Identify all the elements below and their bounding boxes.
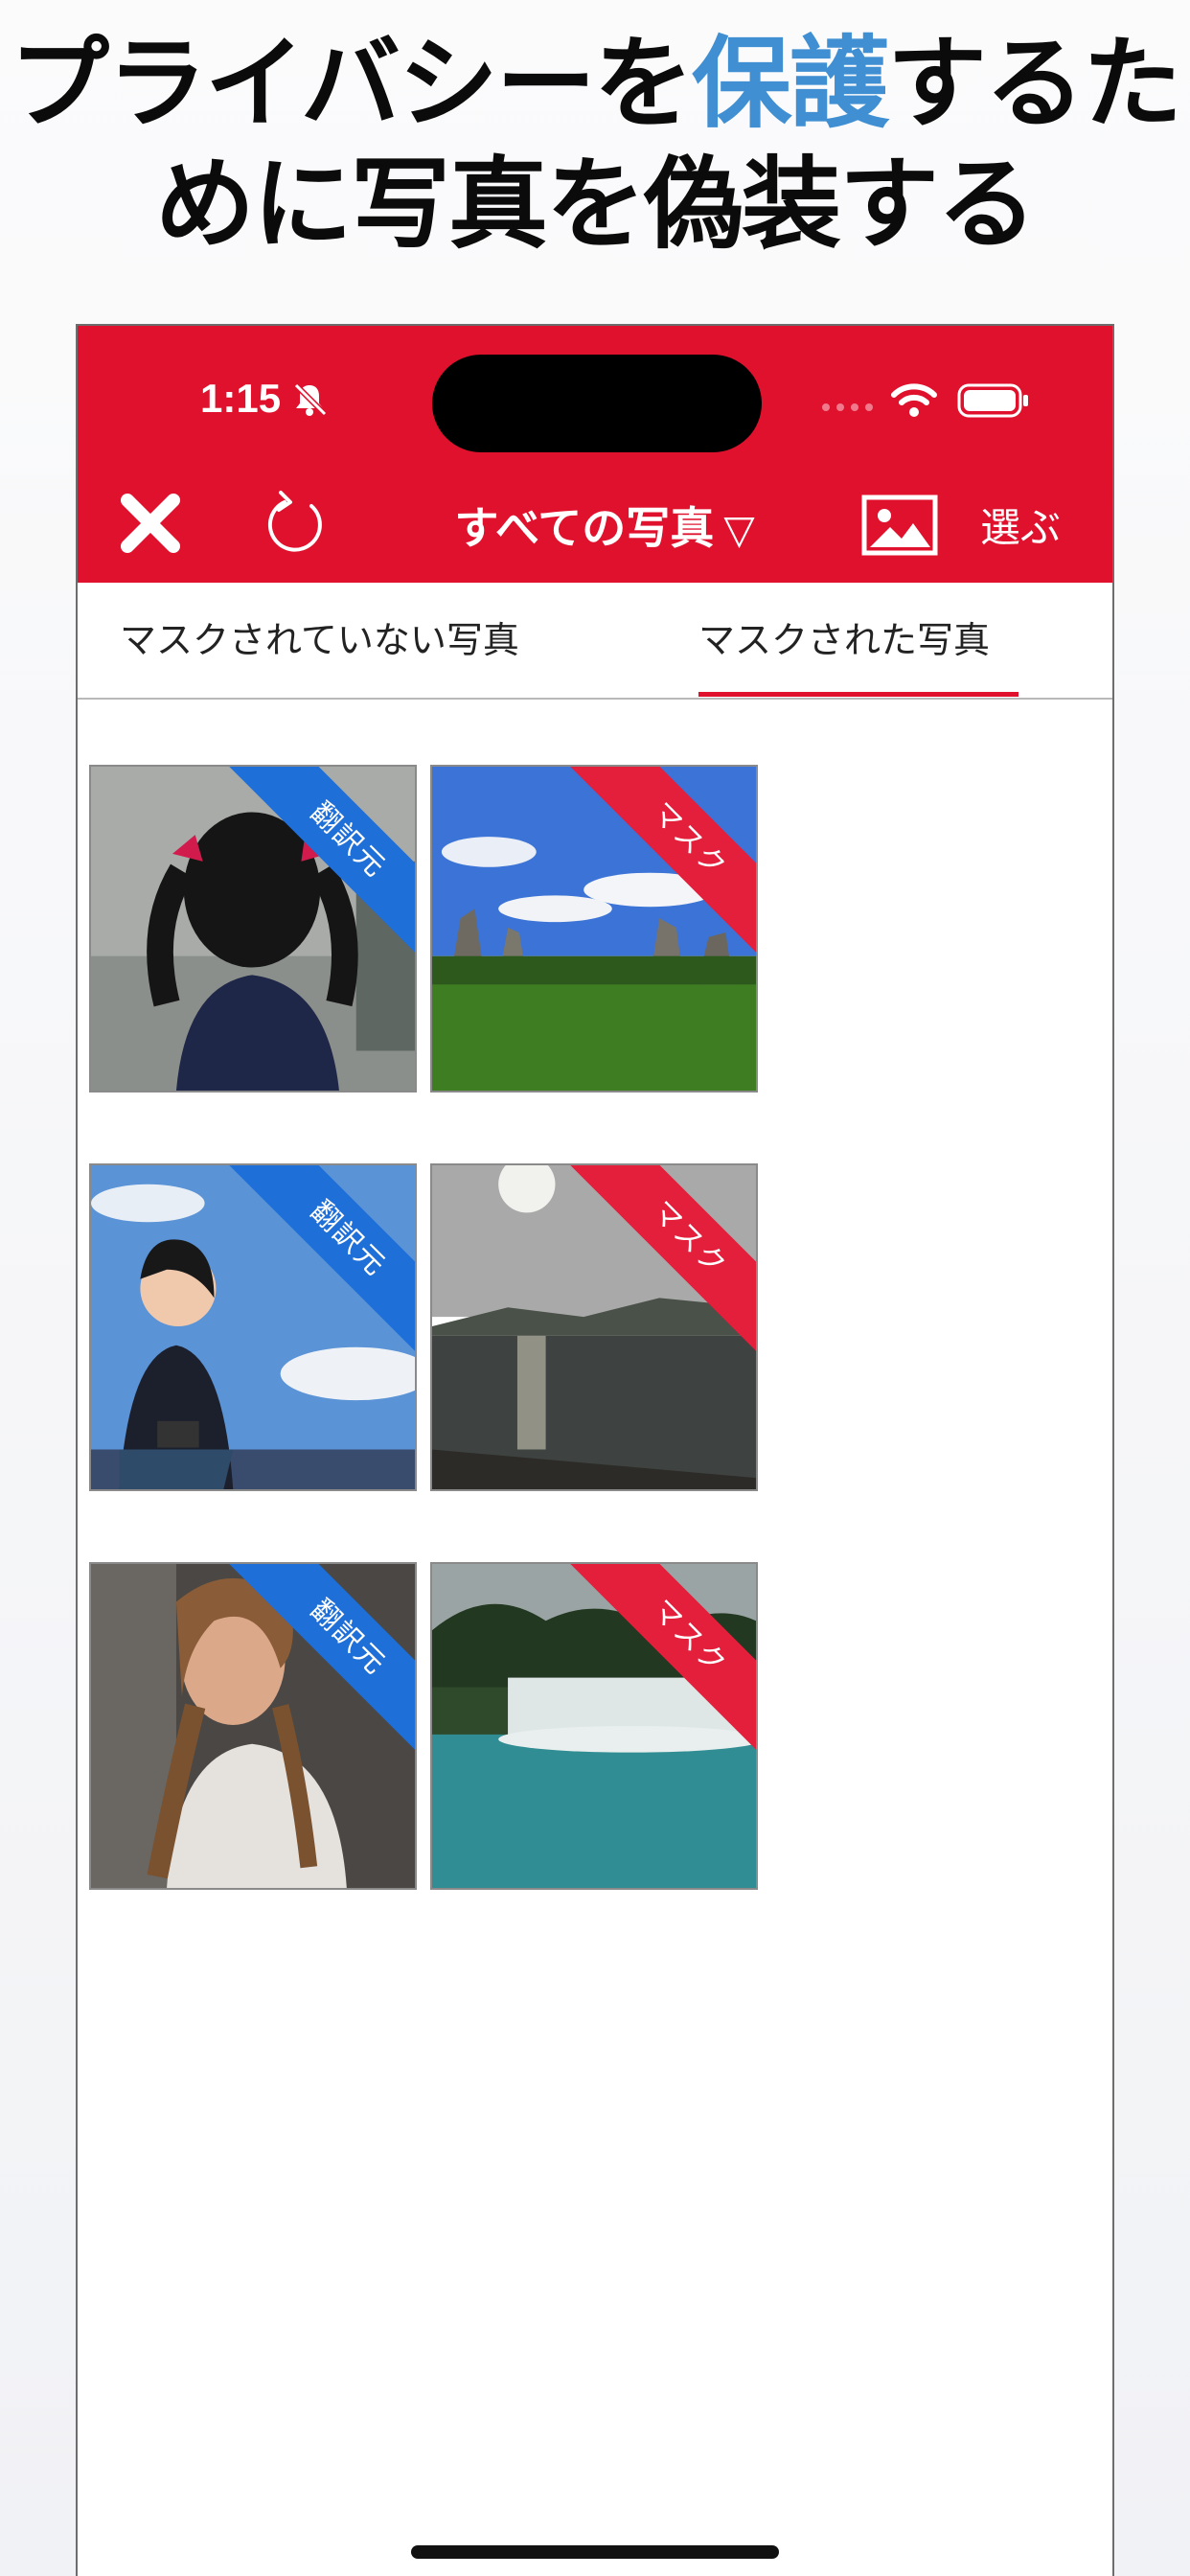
app-header: 1:15 すべての写真 ▽ 選ぶ <box>78 326 1112 583</box>
status-time: 1:15 <box>200 376 282 421</box>
home-indicator <box>411 2545 779 2559</box>
headline-line-2: めに写真を偽装する <box>154 146 1037 263</box>
album-title: すべての写真 <box>454 502 715 554</box>
refresh-button[interactable] <box>262 487 334 560</box>
image-button[interactable] <box>861 494 938 556</box>
selected-tab-indicator <box>698 692 1018 697</box>
headline-accent-text: 保護 <box>691 25 889 142</box>
promo-headline: プライバシーを保護するた めに写真を偽装する <box>0 23 1190 264</box>
select-button[interactable]: 選ぶ <box>980 494 1061 562</box>
photo-tile[interactable]: 翻訳元 <box>89 765 417 1092</box>
signal-dots-icon <box>822 403 873 411</box>
photo-tile[interactable]: 翻訳元 <box>89 1562 417 1890</box>
album-title-dropdown[interactable]: すべての写真 ▽ <box>423 494 787 562</box>
headline-text-end: するた <box>886 25 1182 142</box>
chevron-down-icon: ▽ <box>723 506 755 553</box>
photo-tabs: マスクされていない写真 マスクされた写真 <box>78 583 1112 700</box>
headline-text-start: プライバシーを <box>10 25 694 142</box>
tab-masked-photos[interactable]: マスクされた写真 <box>698 583 990 698</box>
photo-tile[interactable]: マスク <box>430 1562 758 1890</box>
close-button[interactable] <box>114 487 187 560</box>
image-icon <box>861 494 938 556</box>
photo-tile[interactable]: マスク <box>430 765 758 1092</box>
photo-tile[interactable]: マスク <box>430 1163 758 1491</box>
refresh-icon <box>267 491 322 552</box>
phone-screen: 1:15 すべての写真 ▽ 選ぶ マスクされていない写真 マスクされた写真 翻訳… <box>76 324 1114 2576</box>
photo-tile[interactable]: 翻訳元 <box>89 1163 417 1491</box>
headline-line-1: プライバシーを保護するた <box>0 23 1190 144</box>
battery-icon <box>957 383 1028 418</box>
wifi-icon <box>891 383 937 417</box>
close-icon <box>121 494 180 553</box>
tab-unmasked-photos[interactable]: マスクされていない写真 <box>120 583 519 698</box>
dynamic-island <box>432 355 762 452</box>
bell-slash-icon <box>293 382 328 417</box>
